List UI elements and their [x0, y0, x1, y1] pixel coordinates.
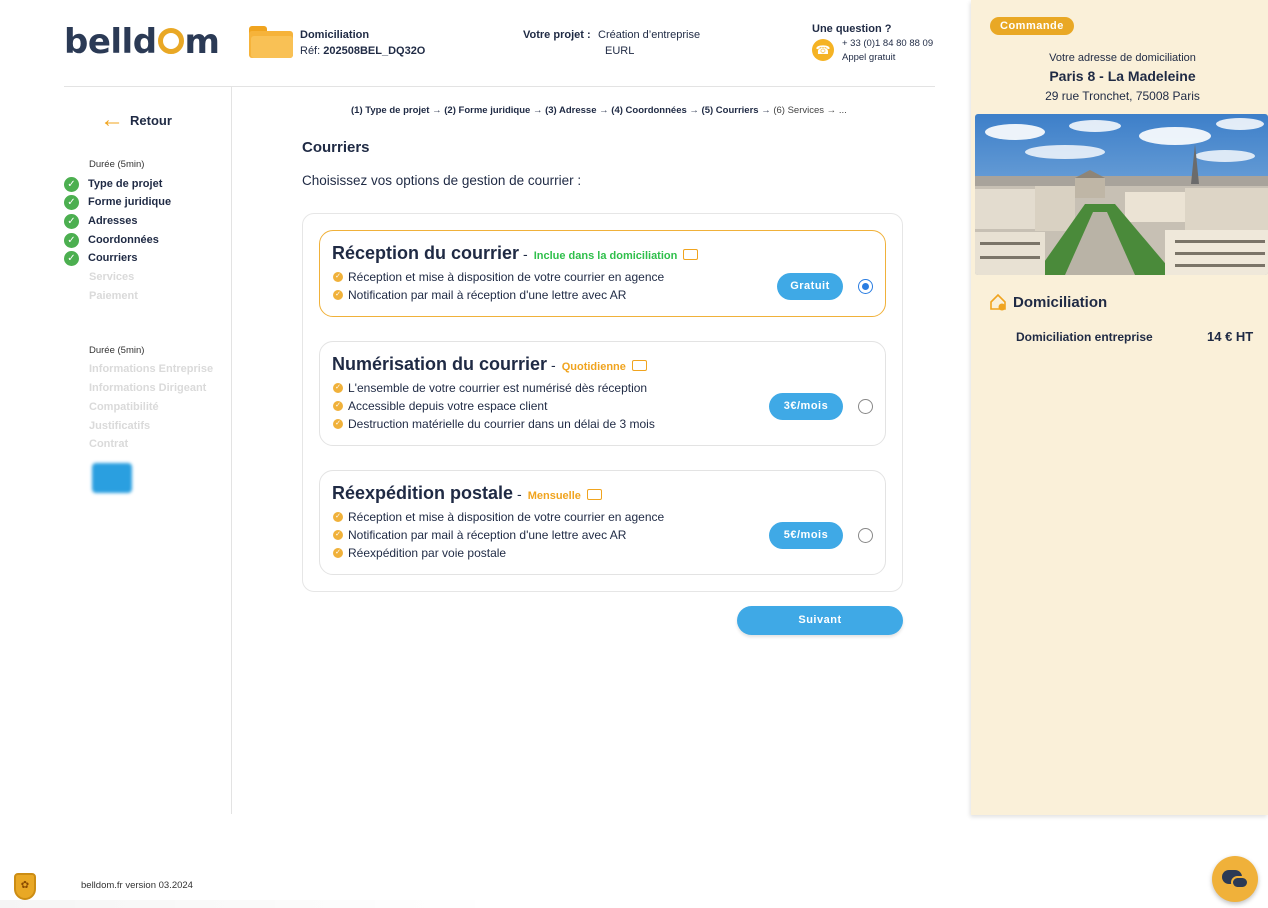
envelope-icon	[586, 489, 602, 500]
house-icon	[990, 293, 1006, 311]
sidebar-step-paiement: Paiement	[89, 290, 138, 302]
paris-photo	[975, 114, 1268, 275]
back-label: Retour	[130, 112, 172, 128]
folder-icon	[249, 26, 293, 58]
option-title: Numérisation du courrier - Quotidienne	[332, 354, 647, 375]
sidebar-step-forme-juridique[interactable]: ✓ Forme juridique	[64, 194, 171, 210]
sidebar-step-coordonnees[interactable]: ✓ Coordonnées	[64, 232, 159, 248]
check-icon: ✓	[333, 272, 343, 282]
sidebar-step-infos-dirigeant: Informations Dirigeant	[89, 382, 207, 394]
option-feature: ✓ Destruction matérielle du courrier dans…	[333, 417, 655, 431]
option-radio[interactable]	[858, 279, 873, 294]
question-label: Une question ?	[812, 23, 892, 35]
next-button[interactable]: Suivant	[737, 606, 903, 635]
location-pin-icon	[157, 28, 184, 54]
sidebar-divider	[231, 87, 232, 814]
sidebar-step-compatibilite: Compatibilité	[89, 401, 159, 413]
check-icon: ✓	[333, 290, 343, 300]
header-divider	[64, 86, 935, 87]
price-badge: 5€/mois	[769, 522, 843, 549]
price-badge: Gratuit	[777, 273, 843, 300]
header-ref: Réf: 202508BEL_DQ32O	[300, 45, 426, 57]
duration-label: Durée (5min)	[89, 159, 145, 170]
scanner-icon	[631, 360, 647, 371]
sidebar-step-services: Services	[89, 271, 135, 283]
check-icon: ✓	[333, 512, 343, 522]
page-subtitle: Choisissez vos options de gestion de cou…	[302, 173, 582, 188]
sidebar-step-adresses[interactable]: ✓ Adresses	[64, 213, 138, 229]
chat-button[interactable]	[1212, 856, 1258, 902]
belldom-logo[interactable]: belld m	[64, 22, 220, 62]
order-badge: Commande	[990, 17, 1074, 35]
option-feature: ✓ Notification par mail à réception d'une…	[333, 528, 626, 542]
order-line-price: 14 € HT	[1207, 329, 1254, 344]
check-icon: ✓	[64, 232, 79, 248]
version-text: belldom.fr version 03.2024	[81, 880, 193, 891]
option-reception-courrier[interactable]: Réception du courrier - Inclue dans la dom…	[319, 230, 886, 317]
order-panel: Commande Votre adresse de domiciliation …	[971, 0, 1268, 815]
option-feature: ✓ L'ensemble de votre courrier est numéri…	[333, 381, 647, 395]
option-feature: ✓ Réexpédition par voie postale	[333, 546, 506, 560]
check-icon: ✓	[333, 530, 343, 540]
page-title: Courriers	[302, 139, 370, 156]
project-value: Création d’entreprise	[598, 29, 701, 41]
project-legal-form: EURL	[605, 45, 635, 57]
check-icon: ✓	[333, 401, 343, 411]
sidebar-step-justificatifs: Justificatifs	[89, 420, 151, 432]
check-icon: ✓	[333, 383, 343, 393]
address-city: Paris 8 - La Madeleine	[1049, 68, 1196, 84]
sidebar-step-infos-entreprise: Informations Entreprise	[89, 363, 214, 375]
security-shield-icon: ✿	[14, 873, 36, 900]
order-line-label: Domiciliation entreprise	[1016, 330, 1153, 344]
back-button[interactable]: ← Retour	[100, 106, 172, 133]
address-label: Votre adresse de domiciliation	[1049, 52, 1196, 64]
domiciliation-section-title: Domiciliation	[989, 293, 1107, 311]
header-title: Domiciliation	[300, 29, 370, 41]
arrow-left-icon: ←	[100, 106, 124, 133]
check-icon: ✓	[333, 548, 343, 558]
address-street: 29 rue Tronchet, 75008 Paris	[1045, 89, 1200, 103]
footer-shade	[0, 900, 500, 908]
option-feature: ✓ Notification par mail à réception d'une…	[333, 288, 626, 302]
mailbox-icon	[683, 249, 699, 260]
check-icon: ✓	[64, 176, 79, 192]
option-numerisation-courrier[interactable]: Numérisation du courrier - Quotidienne ✓ L'…	[319, 341, 886, 446]
check-icon: ✓	[64, 194, 79, 210]
check-icon: ✓	[64, 213, 79, 229]
option-radio[interactable]	[858, 528, 873, 543]
phone-icon[interactable]: ☎	[812, 39, 834, 61]
option-title: Réexpédition postale - Mensuelle	[332, 483, 602, 504]
check-icon: ✓	[333, 419, 343, 429]
option-feature: ✓ Accessible depuis votre espace client	[333, 399, 547, 413]
price-badge: 3€/mois	[769, 393, 843, 420]
project-label: Votre projet :	[523, 29, 591, 41]
option-feature: ✓ Réception et mise à disposition de votr…	[333, 270, 664, 284]
check-icon: ✓	[64, 250, 79, 266]
duration-label-2: Durée (5min)	[89, 345, 145, 356]
phone-note: Appel gratuit	[842, 52, 896, 63]
option-reexpedition-postale[interactable]: Réexpédition postale - Mensuelle ✓ Réceptio…	[319, 470, 886, 575]
sidebar-step-type-projet[interactable]: ✓ Type de projet	[64, 176, 162, 192]
sidebar-step-courriers[interactable]: ✓ Courriers	[64, 250, 138, 266]
breadcrumb: (1) Type de projet → (2) Forme juridique…	[351, 105, 847, 116]
option-title: Réception du courrier - Inclue dans la dom…	[332, 243, 699, 264]
option-radio[interactable]	[858, 399, 873, 414]
phone-number[interactable]: + 33 (0)1 84 80 88 09	[842, 38, 933, 49]
folder-icon	[92, 463, 132, 493]
option-feature: ✓ Réception et mise à disposition de votr…	[333, 510, 664, 524]
sidebar-step-contrat: Contrat	[89, 438, 129, 450]
